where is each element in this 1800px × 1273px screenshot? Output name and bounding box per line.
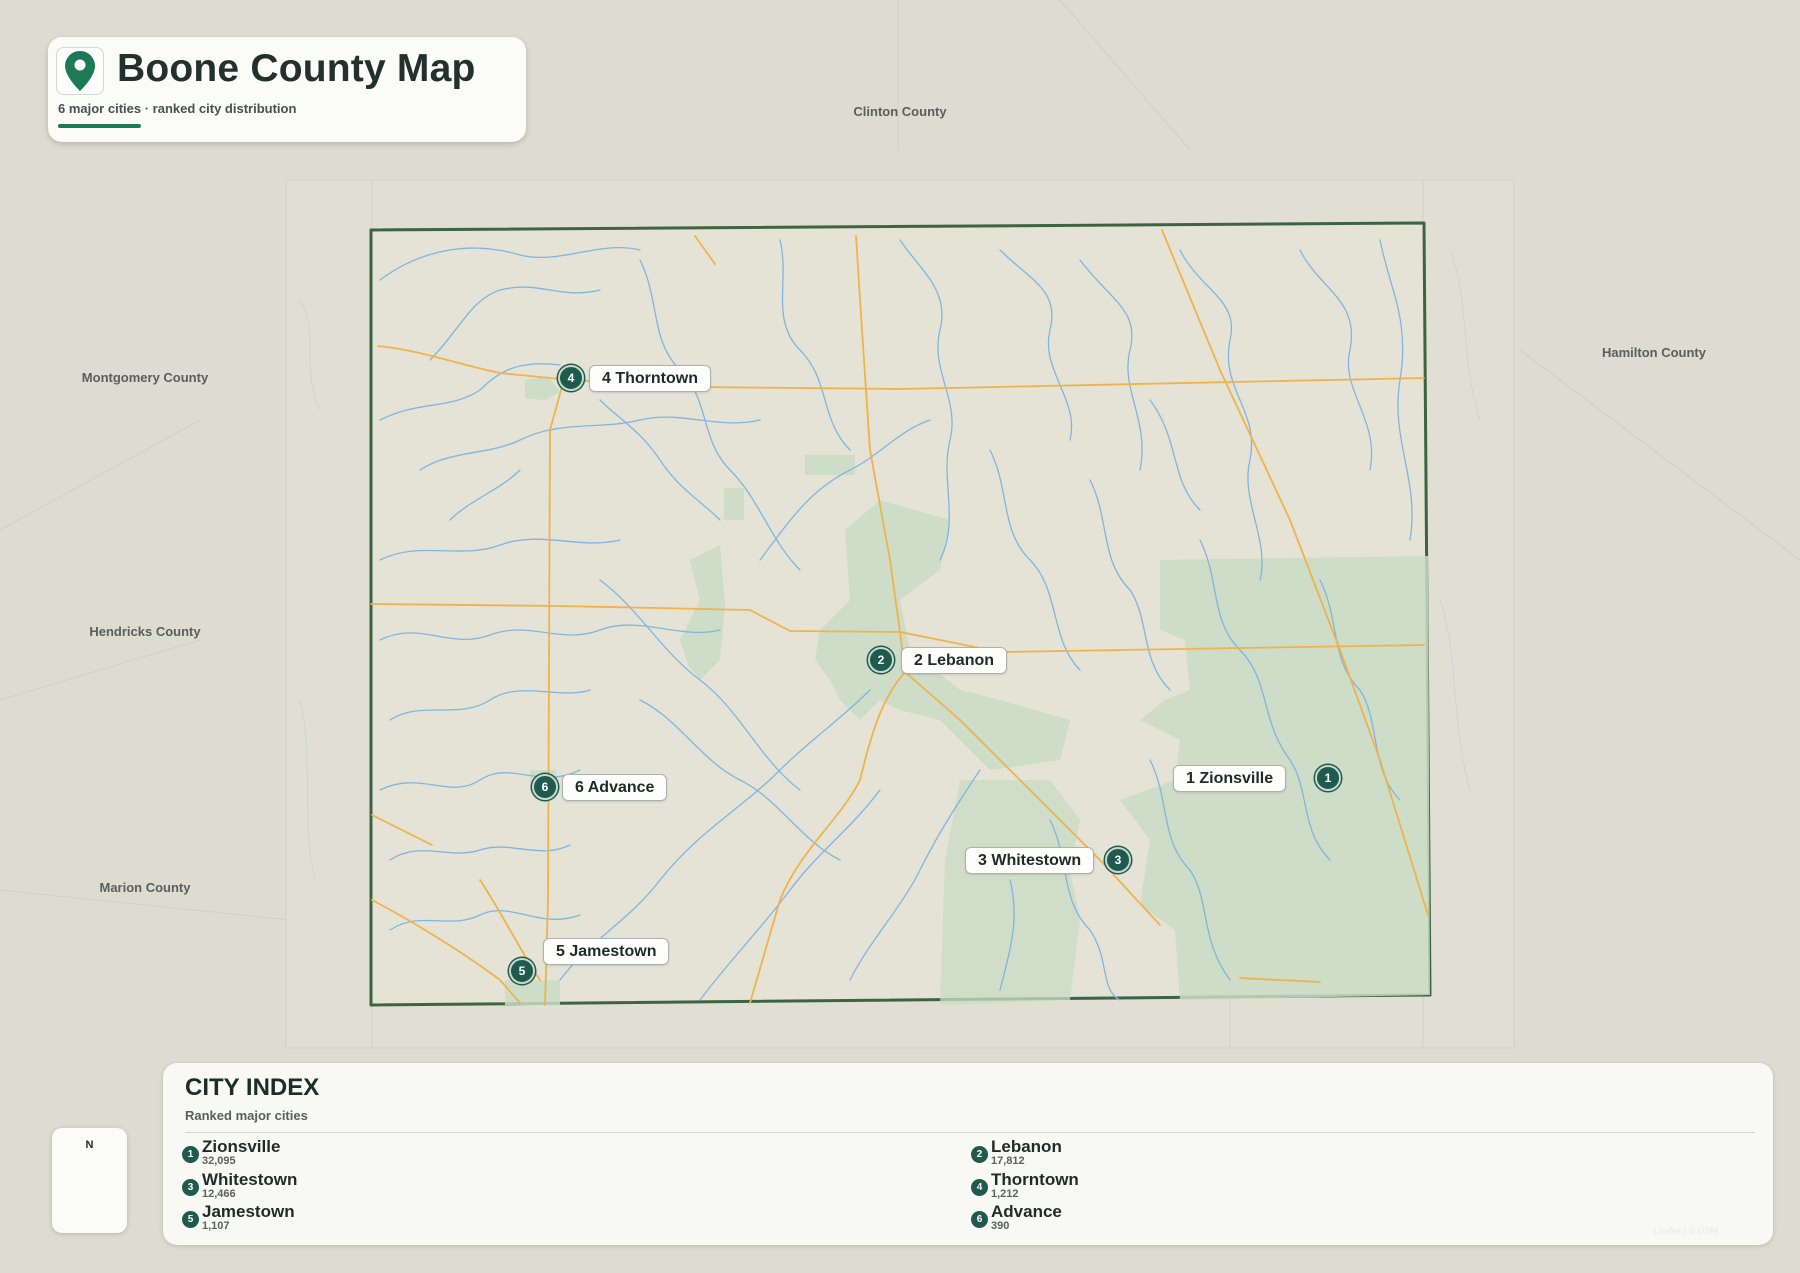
city-index-entry[interactable]: 2 Lebanon 17,812: [971, 1138, 1531, 1171]
city-name: Advance: [991, 1202, 1062, 1222]
city-name: Jamestown: [202, 1202, 295, 1222]
title-accent-bar: [58, 124, 141, 128]
city-label-advance[interactable]: 6 Advance: [562, 774, 668, 801]
city-marker-advance[interactable]: 6: [532, 774, 558, 800]
city-label-lebanon[interactable]: 2 Lebanon: [901, 647, 1008, 674]
city-index-divider: [185, 1132, 1755, 1133]
city-population: 32,095: [202, 1155, 236, 1167]
city-population: 17,812: [991, 1155, 1025, 1167]
region-label-hendricks-county: Hendricks County: [89, 624, 201, 639]
region-label-hamilton-county: Hamilton County: [1602, 345, 1706, 360]
page-subtitle: 6 major cities · ranked city distributio…: [58, 101, 297, 116]
compass-north-label: N: [85, 1139, 94, 1151]
region-label-marion-county: Marion County: [99, 880, 191, 895]
city-name: Lebanon: [991, 1137, 1062, 1156]
city-index-column-left: 1 Zionsville 32,095 3 Whitestown 12,466 …: [182, 1138, 742, 1236]
city-population: 12,466: [202, 1187, 236, 1200]
city-marker-jamestown[interactable]: 5: [509, 958, 535, 984]
city-label-jamestown[interactable]: 5 Jamestown: [543, 938, 670, 965]
city-label-thorntown[interactable]: 4 Thorntown: [589, 365, 711, 392]
compass-card: N: [52, 1128, 127, 1233]
rank-badge: 2: [971, 1146, 988, 1163]
city-marker-lebanon[interactable]: 2: [868, 647, 894, 673]
city-label-zionsville[interactable]: 1 Zionsville: [1173, 765, 1287, 792]
rank-badge: 4: [971, 1178, 988, 1196]
city-population: 390: [991, 1220, 1010, 1233]
city-marker-whitestown[interactable]: 3: [1105, 847, 1131, 873]
city-population: 1,107: [202, 1220, 230, 1233]
city-index-entry[interactable]: 3 Whitestown 12,466: [182, 1169, 742, 1204]
rank-badge: 3: [182, 1178, 199, 1196]
city-label-whitestown[interactable]: 3 Whitestown: [965, 847, 1095, 874]
region-label-clinton-county: Clinton County: [853, 104, 947, 119]
city-index-panel: CITY INDEX Ranked major cities 1 Zionsvi…: [163, 1063, 1773, 1245]
city-index-entry[interactable]: 5 Jamestown 1,107: [182, 1203, 742, 1236]
rank-badge: 6: [971, 1211, 988, 1229]
city-marker-thorntown[interactable]: 4: [558, 365, 584, 391]
city-name: Thorntown: [991, 1169, 1079, 1189]
city-index-entry[interactable]: 1 Zionsville 32,095: [182, 1138, 742, 1171]
page-title: Boone County Map: [117, 47, 476, 90]
city-index-entry[interactable]: 4 Thorntown 1,212: [971, 1169, 1531, 1204]
city-population: 1,212: [991, 1187, 1019, 1200]
rank-badge: 5: [182, 1211, 199, 1229]
region-label-montgomery-county: Montgomery County: [81, 370, 209, 385]
city-index-entry[interactable]: 6 Advance 390: [971, 1203, 1531, 1236]
rank-badge: 1: [182, 1146, 199, 1163]
city-index-title: CITY INDEX: [185, 1074, 320, 1101]
city-index-subtitle: Ranked major cities: [185, 1108, 308, 1123]
city-name: Whitestown: [202, 1169, 298, 1189]
title-card: Boone County Map 6 major cities · ranked…: [48, 37, 526, 142]
map-pin-icon: [56, 47, 104, 95]
map-attribution[interactable]: Leaflet | © OSM: [1654, 1226, 1718, 1236]
city-name: Zionsville: [202, 1137, 281, 1156]
city-marker-zionsville[interactable]: 1: [1315, 765, 1341, 791]
city-index-column-right: 2 Lebanon 17,812 4 Thorntown 1,212 6 Adv…: [971, 1138, 1531, 1236]
